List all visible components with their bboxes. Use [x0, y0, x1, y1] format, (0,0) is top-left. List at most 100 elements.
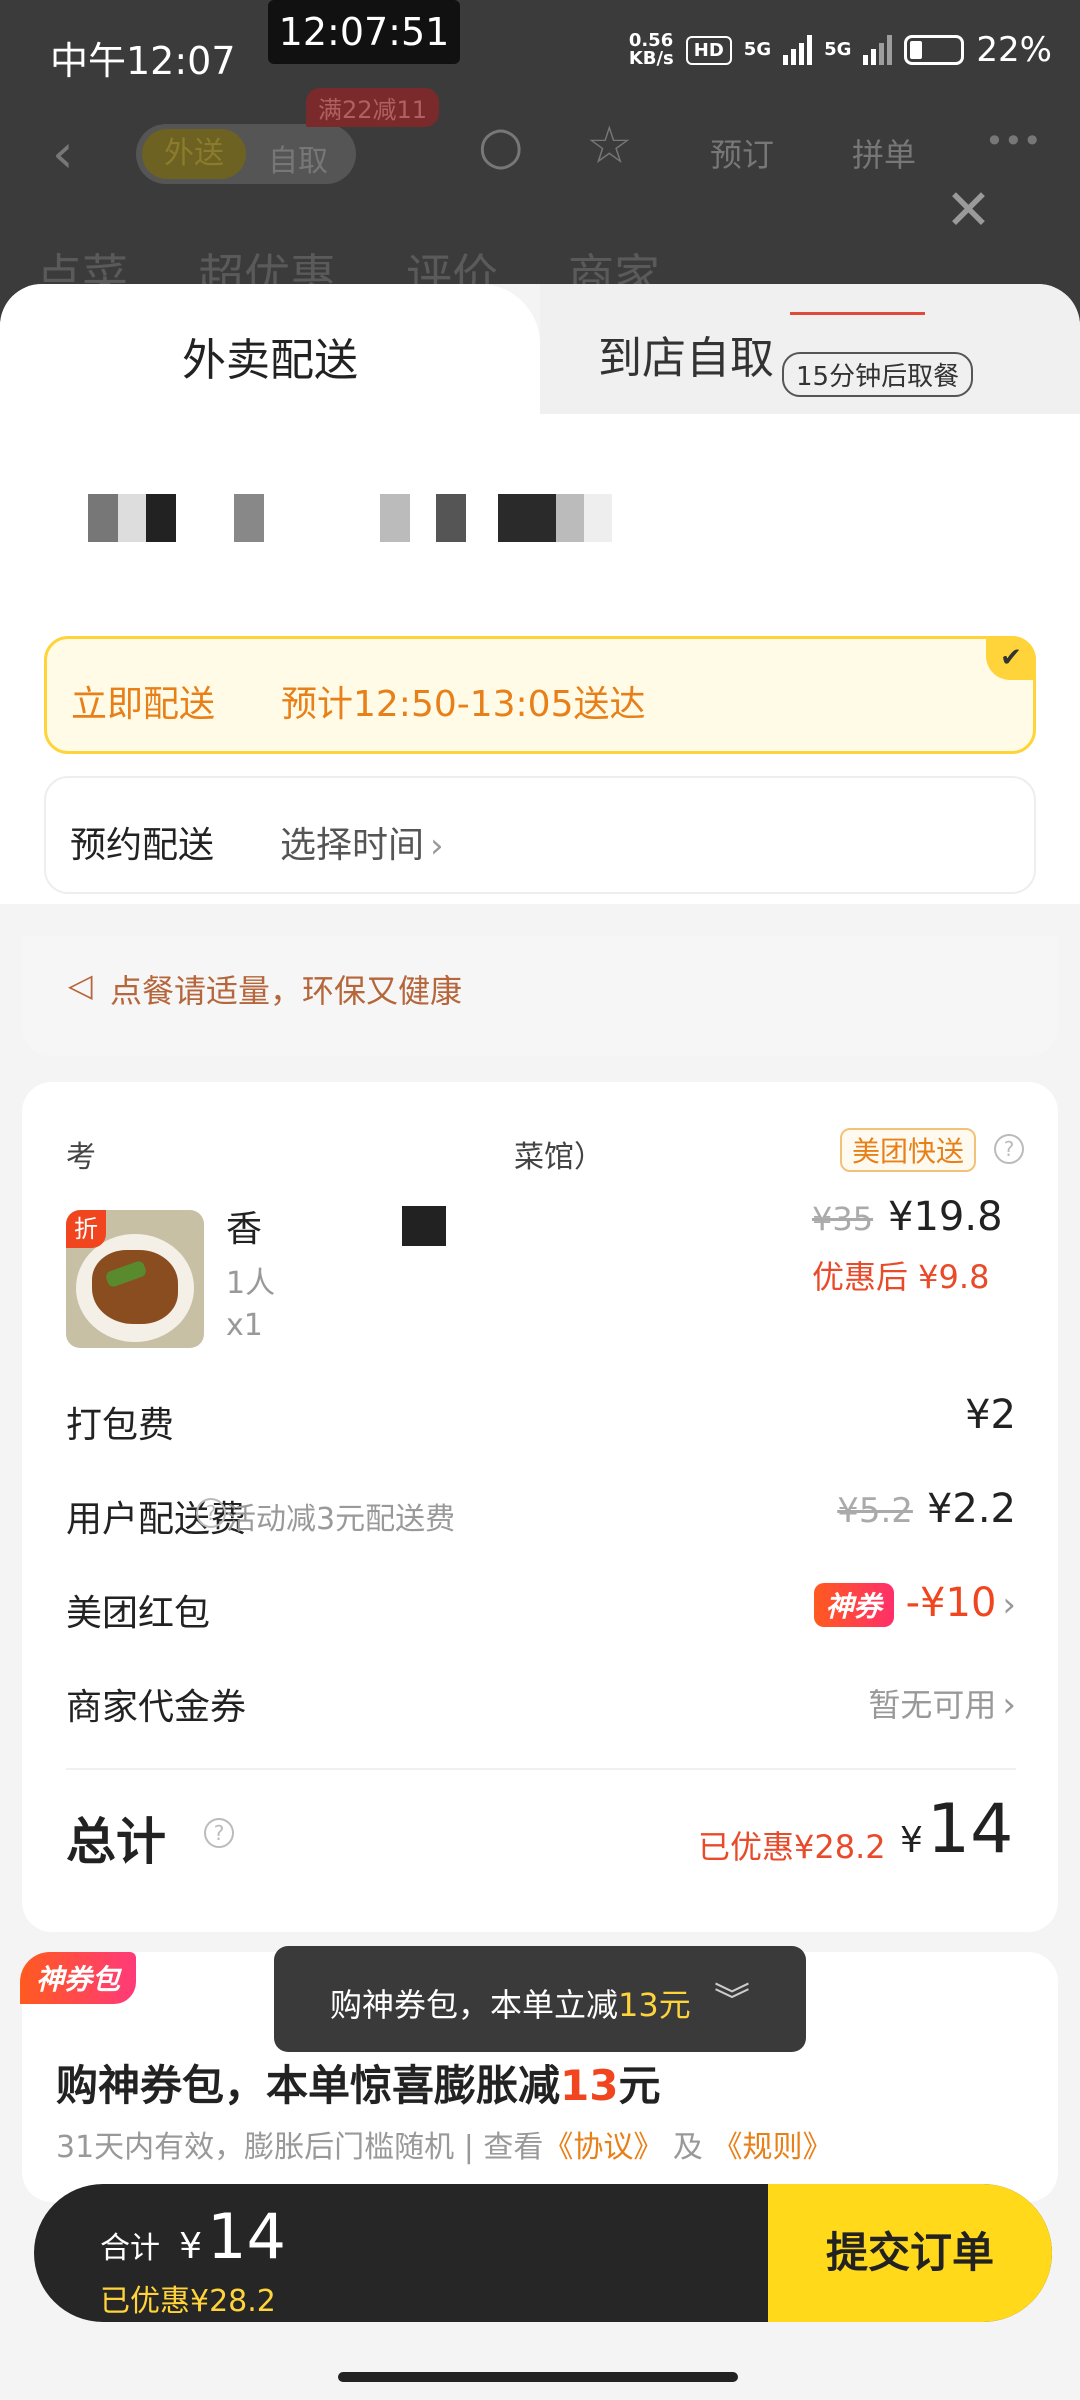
toast-amount: 13元: [618, 1986, 691, 2024]
redacted-block: [402, 1206, 446, 1246]
packing-fee-value: ¥2: [965, 1392, 1016, 1438]
tab-indicator: [790, 312, 925, 315]
bottom-total: 合计 ¥ 14: [100, 2200, 286, 2273]
shop-name-suffix: 菜馆）: [514, 1140, 604, 1175]
red-packet-value: 神券 -¥10 ›: [813, 1580, 1016, 1627]
tab-pickup-label: 到店自取: [598, 333, 774, 384]
submit-order-button[interactable]: 提交订单: [768, 2184, 1052, 2322]
help-icon[interactable]: ?: [994, 1134, 1024, 1164]
status-bar: 中午12:07 12:07:51 0.56 KB/s HD 5G 5G 22%: [0, 0, 1080, 100]
status-icons: 0.56 KB/s HD 5G 5G 22%: [629, 30, 1052, 70]
dish-quantity: x1: [226, 1308, 263, 1343]
battery-level: 22%: [976, 30, 1052, 70]
back-arrow-icon[interactable]: ‹: [52, 122, 74, 185]
coupon-pack-subtitle: 31天内有效，膨胀后门槛随机 | 查看《协议》 及 《规则》: [56, 2122, 832, 2166]
bottom-saved: 已优惠¥28.2: [100, 2284, 276, 2319]
mode-segment[interactable]: 外送 自取: [136, 124, 356, 184]
checkmark-icon: ✔: [986, 636, 1036, 680]
pickup-time-badge: 15分钟后取餐: [782, 352, 974, 397]
total-saved: 已优惠¥28.2: [698, 1828, 886, 1866]
fulfillment-tabs: 到店自取 15分钟后取餐 外卖配送: [0, 284, 1080, 414]
redacted-address: [80, 494, 1000, 548]
eco-tip: ◁ 点餐请适量，环保又健康: [22, 936, 1058, 1056]
chevron-right-icon: ›: [430, 826, 444, 866]
discount-badge: 折: [66, 1210, 106, 1248]
agreement-link[interactable]: 《协议》: [543, 2130, 663, 2165]
instant-delivery-label: 立即配送: [71, 684, 216, 725]
dish-original-price: ¥35: [812, 1200, 874, 1238]
tab-delivery-label: 外卖配送: [182, 335, 358, 386]
voucher-status: 暂无可用: [868, 1686, 997, 1724]
promo-tag: 满22减11: [306, 88, 440, 127]
merchant-voucher-value: 暂无可用 ›: [868, 1680, 1016, 1726]
instant-delivery-eta: 预计12:50-13:05送达: [281, 684, 646, 725]
delivery-fee-current: ¥2.2: [926, 1486, 1016, 1532]
toast-prefix: 购神券包，本单立减: [330, 1986, 619, 2024]
bottom-total-label: 合计: [100, 2231, 160, 2266]
checkout-bar: 合计 ¥ 14 已优惠¥28.2 提交订单: [34, 2184, 1052, 2322]
coupon-pack-title-text: 购神券包，本单惊喜膨胀减: [56, 2061, 561, 2110]
double-chevron-down-icon: ︾: [714, 1981, 751, 2022]
merchant-voucher-label: 商家代金券: [66, 1687, 247, 1728]
home-indicator[interactable]: [338, 2372, 738, 2382]
red-packet-amount: -¥10: [905, 1580, 997, 1626]
total-amount: ¥14: [900, 1790, 1013, 1869]
hd-icon: HD: [685, 35, 732, 65]
favorite-star-icon[interactable]: ☆: [586, 116, 633, 176]
choose-time[interactable]: 选择时间 ›: [280, 816, 444, 868]
dish-spec: 1人: [226, 1266, 276, 1301]
coupon-toast[interactable]: 购神券包，本单立减13元 ︾: [274, 1946, 806, 2052]
seg-delivery[interactable]: 外送: [142, 129, 246, 179]
conj-text: 及: [672, 2130, 703, 2165]
address-card[interactable]: 立即配送 预计12:50-13:05送达 ✔ 预约配送 选择时间 ›: [0, 414, 1080, 904]
scheduled-delivery-option[interactable]: 预约配送 选择时间 ›: [44, 776, 1036, 894]
help-icon[interactable]: ?: [196, 1498, 226, 1528]
coupon-pack-title: 购神券包，本单惊喜膨胀减13元: [56, 2052, 660, 2113]
seg-pickup[interactable]: 自取: [268, 136, 328, 180]
coupon-pack-terms: 31天内有效，膨胀后门槛随机 | 查看: [56, 2130, 544, 2165]
reserve-link[interactable]: 预订: [710, 130, 774, 176]
coupon-pack-amount: 13: [560, 2061, 619, 2110]
signal-icon: [783, 35, 813, 65]
rules-link[interactable]: 《规则》: [712, 2130, 832, 2165]
divider: [66, 1768, 1016, 1770]
search-icon[interactable]: ○: [478, 116, 523, 176]
checkout-sheet: 到店自取 15分钟后取餐 外卖配送 立即配送 预计12:50-13:05送达 ✔…: [0, 284, 1080, 2202]
red-packet-row[interactable]: 美团红包 神券 -¥10 ›: [66, 1578, 1016, 1638]
store-nav: ‹ 外送 自取 满22减11 ○ ☆ 预订 拼单 •••: [0, 88, 1080, 200]
coupon-pack-tag: 神券包: [20, 1952, 137, 2004]
sim1-label: 5G: [743, 39, 772, 60]
dish-price-after-discount: 优惠后 ¥9.8: [812, 1258, 990, 1296]
bottom-total-amount: 14: [207, 2200, 286, 2273]
dish-price: ¥19.8: [888, 1194, 1003, 1240]
total-currency: ¥: [900, 1820, 923, 1861]
coupon-pack-unit: 元: [618, 2061, 661, 2110]
bottom-currency: ¥: [179, 2226, 202, 2267]
packing-fee-label: 打包费: [66, 1405, 175, 1446]
scheduled-delivery-label: 预约配送: [70, 825, 215, 866]
order-card: 考 菜馆） 美团快送 ? 折 香 1人 x1 ¥35 ¥19.8 优惠后 ¥9.…: [22, 1082, 1058, 1932]
shen-coupon-tag: 神券: [813, 1583, 894, 1627]
status-time: 中午12:07: [50, 39, 236, 83]
red-packet-label: 美团红包: [66, 1593, 211, 1634]
more-icon[interactable]: •••: [985, 122, 1042, 160]
group-order-link[interactable]: 拼单: [852, 130, 916, 176]
delivery-fee-value: ¥5.2 ¥2.2: [837, 1486, 1016, 1532]
chevron-right-icon: ›: [1002, 1685, 1016, 1725]
delivery-fee-original: ¥5.2: [837, 1491, 913, 1531]
dish-title: 香: [226, 1209, 263, 1250]
packing-fee-row: 打包费 ¥2: [66, 1390, 1016, 1450]
sim2-label: 5G: [824, 39, 852, 60]
help-icon[interactable]: ?: [204, 1818, 234, 1848]
delivery-fee-row: 用户配送费 ? 活动减3元配送费 ¥5.2 ¥2.2: [66, 1484, 1016, 1544]
eco-tip-text: 点餐请适量，环保又健康: [110, 972, 463, 1010]
close-icon[interactable]: ✕: [945, 178, 992, 243]
tab-pickup[interactable]: 到店自取 15分钟后取餐: [540, 284, 1080, 414]
signal-icon-2: [863, 35, 893, 65]
total-label: 总计: [66, 1813, 166, 1871]
tab-delivery[interactable]: 外卖配送: [0, 284, 540, 414]
merchant-voucher-row[interactable]: 商家代金券 暂无可用 ›: [66, 1672, 1016, 1732]
delivery-fee-hint: 活动减3元配送费: [226, 1502, 456, 1537]
instant-delivery-option[interactable]: 立即配送 预计12:50-13:05送达 ✔: [44, 636, 1036, 754]
speaker-icon: ◁: [68, 966, 93, 1004]
